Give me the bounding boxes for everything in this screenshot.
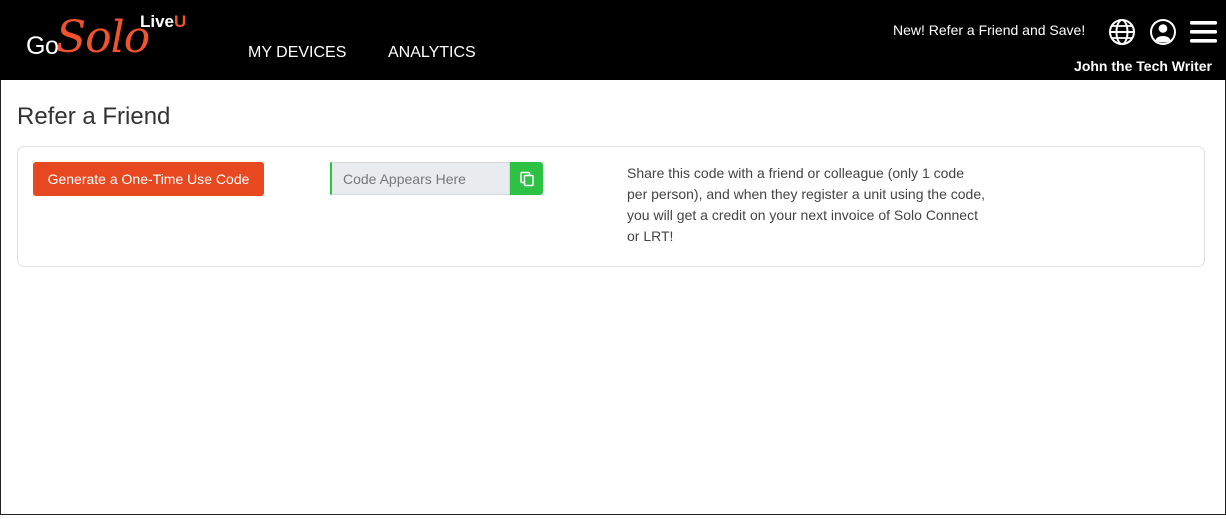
generate-code-button[interactable]: Generate a One-Time Use Code bbox=[33, 162, 264, 196]
logo-solo-text: Solo bbox=[56, 12, 150, 63]
copy-code-button[interactable] bbox=[510, 162, 543, 195]
username-label: John the Tech Writer bbox=[1074, 58, 1212, 74]
logo-liveu-text: LiveU bbox=[140, 12, 186, 32]
nav-analytics[interactable]: ANALYTICS bbox=[388, 44, 476, 62]
top-navigation-bar: Go Solo LiveU MY DEVICES ANALYTICS New! … bbox=[0, 0, 1226, 80]
hamburger-menu-icon[interactable] bbox=[1188, 17, 1218, 47]
gosolo-liveu-logo[interactable]: Go Solo LiveU bbox=[26, 10, 206, 70]
globe-icon[interactable] bbox=[1107, 17, 1137, 47]
nav-my-devices[interactable]: MY DEVICES bbox=[248, 44, 346, 62]
logo-u-text: U bbox=[174, 12, 187, 31]
referral-code-field[interactable] bbox=[330, 162, 510, 195]
copy-icon bbox=[519, 171, 535, 187]
user-account-icon[interactable] bbox=[1148, 17, 1178, 47]
refer-friend-card: Generate a One-Time Use Code Share this … bbox=[17, 146, 1205, 267]
refer-friend-promo-link[interactable]: New! Refer a Friend and Save! bbox=[893, 22, 1085, 38]
share-instructions-text: Share this code with a friend or colleag… bbox=[627, 165, 985, 244]
logo-go-text: Go bbox=[26, 32, 59, 60]
logo-live-text: Live bbox=[140, 12, 175, 31]
page-title: Refer a Friend bbox=[17, 103, 171, 130]
